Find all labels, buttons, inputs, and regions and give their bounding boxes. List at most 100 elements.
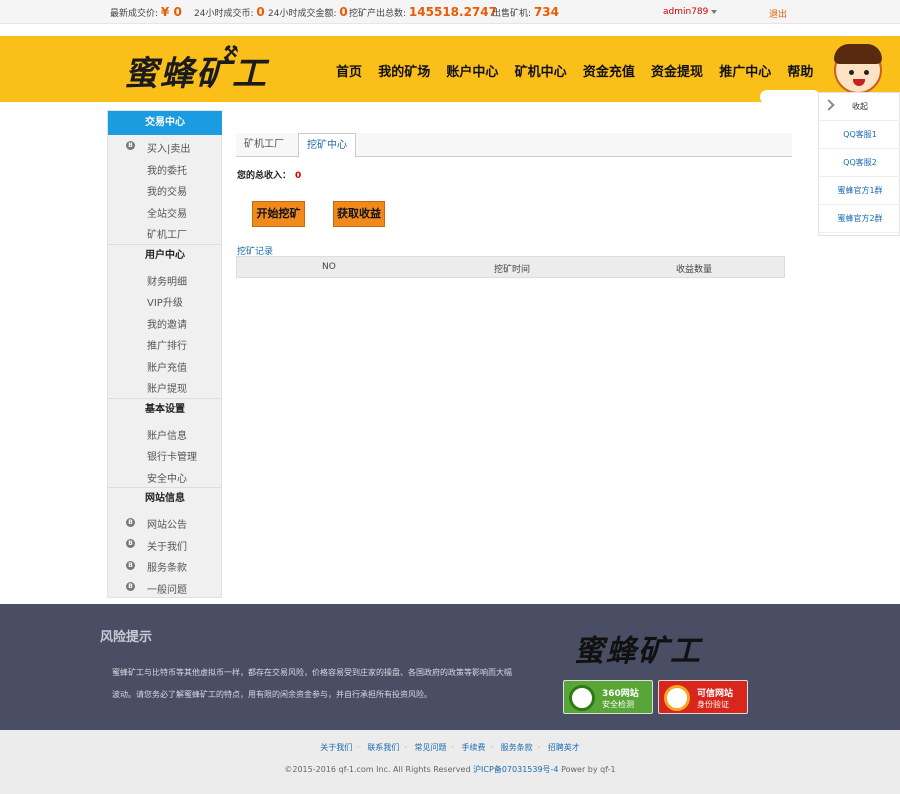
logout-link[interactable]: 退出 — [769, 7, 787, 20]
nav-help[interactable]: 帮助 — [787, 61, 813, 80]
nav-promotion[interactable]: 推广中心 — [719, 61, 771, 80]
pickaxe-icon: ⚒ — [224, 42, 241, 61]
sidebar-item-announcements[interactable]: 网站公告 — [147, 516, 187, 531]
trusted-site-badge[interactable]: 可信网站 身份验证 — [658, 680, 748, 714]
mined-label: 挖矿产出总数: — [349, 9, 407, 19]
sidebar-section-site-info[interactable]: 网站信息 — [108, 487, 222, 509]
total-income: 您的总收入： 0 — [237, 168, 301, 181]
sold-label: 出售矿机: — [492, 9, 532, 19]
nav-my-mine[interactable]: 我的矿场 — [378, 61, 430, 80]
sidebar-item-account-withdraw[interactable]: 账户提现 — [147, 380, 187, 395]
vol24-label: 24小时成交币: — [194, 9, 254, 19]
copyright-text: ©2015-2016 qf-1.com Inc. All Rights Rese… — [284, 765, 471, 774]
official-group-2-link[interactable]: 蜜蜂官方2群 — [819, 205, 900, 233]
username: admin789 — [663, 7, 709, 17]
footer-link-terms[interactable]: 服务条款 — [501, 743, 533, 752]
start-mining-button[interactable]: 开始挖矿 — [252, 201, 305, 227]
sidebar-item-finance-details[interactable]: 财务明细 — [147, 273, 187, 288]
sidebar-item-miner-factory[interactable]: 矿机工厂 — [147, 226, 187, 241]
column-header-no: NO — [322, 262, 336, 272]
tab-miner-factory[interactable]: 矿机工厂 — [236, 133, 292, 157]
risk-text: 蜜蜂矿工与比特币等其他虚拟币一样，都存在交易风险，价格容易受到庄家的操盘、各国政… — [112, 662, 552, 706]
sidebar-item-security[interactable]: 安全中心 — [147, 470, 187, 485]
bitcoin-icon: B — [126, 539, 135, 548]
mined-value: 145518.2747 — [408, 5, 497, 19]
footer-link-jobs[interactable]: 招聘英才 — [548, 743, 580, 752]
sidebar-section-trade-center[interactable]: 交易中心 — [108, 111, 222, 135]
chevron-right-icon — [823, 99, 835, 111]
sidebar-item-terms[interactable]: 服务条款 — [147, 559, 187, 574]
sidebar-item-my-trades[interactable]: 我的交易 — [147, 183, 187, 198]
logo-text: 蜜蜂矿工 — [124, 54, 268, 94]
bitcoin-icon: B — [126, 561, 135, 570]
tab-bar: 矿机工厂 挖矿中心 — [236, 133, 792, 158]
amount24-stat: 24小时成交金额: 0 — [268, 5, 348, 19]
collapse-label: 收起 — [852, 102, 868, 111]
qq-service-2-link[interactable]: QQ客服2 — [819, 149, 900, 177]
icp-link[interactable]: 沪ICP备07031539号-4 — [473, 765, 558, 774]
nav-home[interactable]: 首页 — [336, 61, 362, 80]
collect-income-button[interactable]: 获取收益 — [333, 201, 385, 227]
column-header-amount: 收益数量 — [676, 265, 713, 275]
badge-360-title: 360网站 — [602, 689, 639, 699]
sidebar-item-my-invites[interactable]: 我的邀请 — [147, 316, 187, 331]
footer-link-contact[interactable]: 联系我们 — [367, 743, 399, 752]
copyright: ©2015-2016 qf-1.com Inc. All Rights Rese… — [0, 764, 900, 775]
chevron-down-icon — [711, 9, 718, 14]
sidebar-item-account-info[interactable]: 账户信息 — [147, 427, 187, 442]
sidebar-section-user-center[interactable]: 用户中心 — [108, 244, 222, 266]
powered-by: Power by qf-1 — [561, 765, 616, 774]
sidebar-item-account-deposit[interactable]: 账户充值 — [147, 359, 187, 374]
sidebar-item-vip-upgrade[interactable]: VIP升级 — [147, 294, 183, 309]
risk-text-line: 波动。请您务必了解蜜蜂矿工的特点，用有限的闲余资金参与，并自行承担所有投资风险。 — [112, 690, 432, 699]
risk-footer: 风险提示 蜜蜂矿工与比特币等其他虚拟币一样，都存在交易风险，价格容易受到庄家的操… — [0, 604, 900, 730]
collapse-button[interactable]: 收起 — [819, 93, 900, 121]
mascot-icon — [834, 44, 882, 94]
user-menu[interactable]: admin789 — [663, 7, 718, 17]
badge-trusted-title: 可信网站 — [697, 689, 734, 699]
sold-stat: 出售矿机: 734 — [492, 5, 559, 19]
sidebar-item-faq[interactable]: 一般问题 — [147, 581, 187, 596]
qq-service-1-link[interactable]: QQ客服1 — [819, 121, 900, 149]
sidebar-item-bank-card[interactable]: 银行卡管理 — [147, 448, 197, 463]
site-logo[interactable]: 蜜蜂矿工 ⚒ — [124, 42, 268, 95]
footer-link-fees[interactable]: 手续费 — [462, 743, 486, 752]
income-value: 0 — [295, 171, 302, 181]
official-group-1-link[interactable]: 蜜蜂官方1群 — [819, 177, 900, 205]
income-label: 您的总收入： — [237, 171, 292, 181]
footer-logo: 蜜蜂矿工 — [574, 634, 702, 669]
latest-price-label: 最新成交价: — [110, 9, 159, 19]
column-header-time: 挖矿时间 — [494, 265, 531, 275]
sidebar-item-all-trades[interactable]: 全站交易 — [147, 205, 187, 220]
footer-link-faq[interactable]: 常见问题 — [414, 743, 446, 752]
vol24-stat: 24小时成交币: 0 — [194, 5, 265, 19]
sidebar-item-my-orders[interactable]: 我的委托 — [147, 162, 187, 177]
nav-deposit[interactable]: 资金充值 — [583, 61, 635, 80]
risk-text-line: 蜜蜂矿工与比特币等其他虚拟币一样，都存在交易风险，价格容易受到庄家的操盘、各国政… — [112, 668, 512, 677]
mined-stat: 挖矿产出总数: 145518.2747 — [349, 5, 497, 19]
bottom-footer: 关于我们 · 联系我们 · 常见问题 · 手续费 · 服务条款 · 招聘英才 ©2015-… — [0, 730, 900, 794]
sold-value: 734 — [533, 5, 559, 19]
latest-price-value: ¥ 0 — [160, 5, 182, 19]
nav-withdraw[interactable]: 资金提现 — [651, 61, 703, 80]
sidebar-item-buy-sell[interactable]: 买入|卖出 — [147, 140, 190, 155]
nav-miner-center[interactable]: 矿机中心 — [515, 61, 567, 80]
bitcoin-icon: B — [126, 141, 135, 150]
sidebar-item-promo-ranking[interactable]: 推广排行 — [147, 337, 187, 352]
amount24-label: 24小时成交金额: — [268, 9, 337, 19]
badge-360-subtitle: 安全检测 — [602, 700, 634, 709]
footer-link-about[interactable]: 关于我们 — [320, 743, 352, 752]
sidebar-item-about[interactable]: 关于我们 — [147, 538, 187, 553]
sidebar-section-basic-settings[interactable]: 基本设置 — [108, 398, 222, 420]
vol24-value: 0 — [256, 5, 265, 19]
sidebar: 交易中心 B 买入|卖出 我的委托 我的交易 全站交易 矿机工厂 用户中心 财务… — [107, 110, 222, 598]
security-badge-360[interactable]: 360网站 安全检测 — [563, 680, 653, 714]
mining-records-table: NO 挖矿时间 收益数量 — [236, 256, 785, 278]
service-float-panel: 收起 QQ客服1 QQ客服2 蜜蜂官方1群 蜜蜂官方2群 — [818, 92, 900, 236]
bitcoin-icon: B — [126, 582, 135, 591]
tab-mining-center[interactable]: 挖矿中心 — [298, 133, 356, 158]
footer-links: 关于我们 · 联系我们 · 常见问题 · 手续费 · 服务条款 · 招聘英才 — [320, 743, 580, 752]
nav-account-center[interactable]: 账户中心 — [446, 61, 498, 80]
shield-check-icon — [569, 685, 595, 711]
top-stats-bar: 最新成交价: ¥ 0 24小时成交币: 0 24小时成交金额: 0 挖矿产出总数… — [0, 0, 900, 24]
